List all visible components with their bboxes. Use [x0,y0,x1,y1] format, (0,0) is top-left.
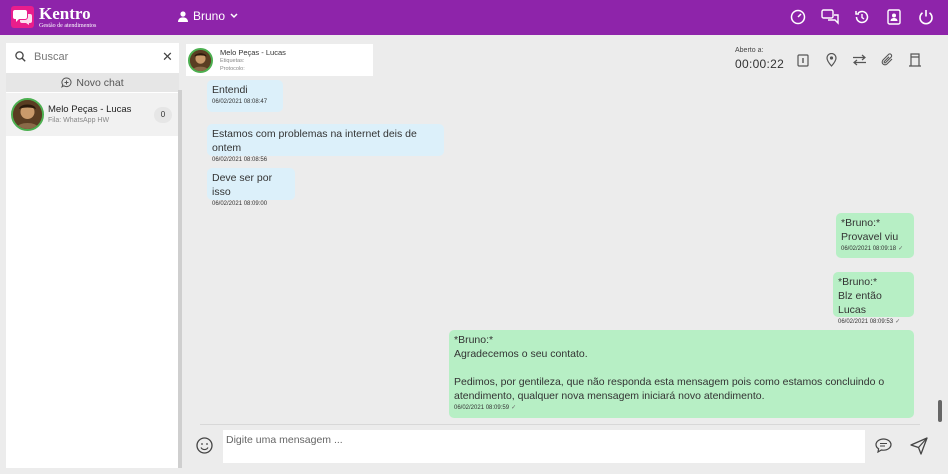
user-icon [178,10,188,22]
message-time: 06/02/2021 08:09:59 [454,405,510,411]
quick-reply-icon[interactable] [875,438,892,453]
transfer-icon[interactable] [851,52,867,68]
message-bubble-outgoing: *Bruno:* Agradecemos o seu contato. Pedi… [449,330,914,418]
check-icon: ✓ [511,405,517,411]
chat-contact-name: Melo Peças - Lucas [48,104,132,115]
new-chat-icon [61,77,72,88]
search-input[interactable] [34,47,154,67]
contact-avatar [188,48,213,73]
avatar [11,98,44,131]
brand-subtitle: Gestão de atendimentos [39,23,97,29]
message-bubble-incoming: Entendi 06/02/2021 08:08:47 [207,80,283,112]
unread-badge: 0 [154,107,172,123]
search-icon [15,51,26,62]
message-text: Estamos com problemas na internet deis d… [212,128,420,154]
message-bubble-incoming: Estamos com problemas na internet deis d… [207,124,444,163]
message-time: 06/02/2021 08:08:56 [212,157,268,163]
message-text: *Bruno:* Blz então Lucas [838,276,882,316]
message-text: Entendi [212,84,248,96]
panel-divider [178,90,182,468]
composer [183,425,940,468]
message-text: Deve ser por isso [212,172,276,198]
protocol-label: Protocolo: [220,66,245,72]
message-scrollbar[interactable] [938,400,942,422]
brand-name: Kentro [39,4,91,23]
message-bubble-outgoing: *Bruno:* Blz então Lucas 06/02/2021 08:0… [833,272,914,325]
contacts-icon[interactable] [884,7,904,27]
message-input[interactable] [223,430,865,463]
logo-icon [11,6,34,28]
new-chat-button[interactable]: Novo chat [6,73,179,92]
message-time: 06/02/2021 08:08:47 [212,99,268,105]
chat-queue: Fila: WhatsApp HW [48,117,110,124]
ticket-info[interactable]: Melo Peças - Lucas Etiquetas: Protocolo: [186,44,373,76]
message-time: 06/02/2021 08:09:53 [838,319,894,325]
chat-list-item[interactable]: Melo Peças - Lucas Fila: WhatsApp HW 0 [6,93,179,136]
new-chat-label: Novo chat [76,76,124,89]
chevron-down-icon [230,13,238,19]
opened-timer: 00:00:22 [735,57,785,71]
contact-name: Melo Peças - Lucas [220,48,286,57]
history-icon[interactable] [852,7,872,27]
user-menu[interactable]: Bruno [178,9,238,23]
message-bubble-incoming: Deve ser por isso 06/02/2021 08:09:00 [207,168,295,207]
location-icon[interactable] [823,52,839,68]
message-time: 06/02/2021 08:09:00 [212,201,268,207]
finish-icon[interactable] [907,52,923,68]
clear-search-icon[interactable]: ✕ [162,49,173,65]
dashboard-icon[interactable] [788,7,808,27]
emoji-icon[interactable] [196,437,213,454]
user-name: Bruno [193,9,226,23]
message-list[interactable]: Entendi 06/02/2021 08:08:47 Estamos com … [183,78,940,424]
search-bar: ✕ [6,43,179,71]
message-bubble-outgoing: *Bruno:* Provavel viu 06/02/2021 08:09:1… [836,213,914,258]
power-icon[interactable] [916,7,936,27]
chat-list-panel: ✕ Novo chat Melo Peças - Lucas Fila: Wha… [6,43,179,468]
message-text: *Bruno:* Agradecemos o seu contato. Pedi… [454,334,885,402]
attach-icon[interactable] [879,52,895,68]
send-icon[interactable] [910,437,928,455]
info-icon[interactable] [795,52,811,68]
check-icon: ✓ [898,246,904,252]
message-time: 06/02/2021 08:09:18 [841,246,897,252]
chats-icon[interactable] [820,7,840,27]
top-bar: Kentro Gestão de atendimentos Bruno [0,0,948,35]
check-icon: ✓ [895,319,901,325]
opened-label: Aberto a: [735,47,764,54]
message-text: *Bruno:* Provavel viu [841,217,899,243]
tags-label: Etiquetas: [220,58,245,64]
